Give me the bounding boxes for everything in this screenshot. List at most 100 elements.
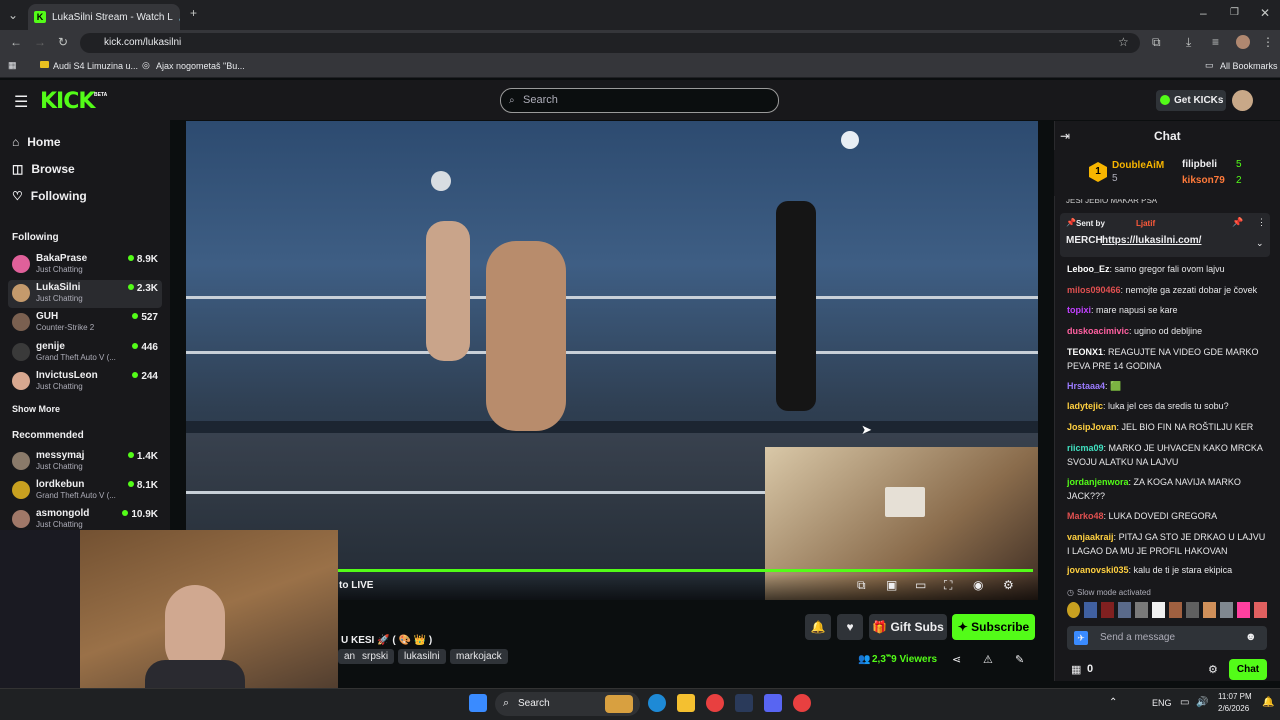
chat-username[interactable]: duskoacimivic — [1067, 326, 1129, 336]
chat-username[interactable]: riicma09 — [1067, 443, 1104, 453]
audio-icon[interactable]: 🔊 — [179, 12, 180, 23]
emote-icon[interactable] — [1220, 602, 1233, 618]
follow-heart-icon[interactable]: ♥ — [837, 614, 863, 640]
nav-following[interactable]: ♡ Following — [12, 189, 87, 203]
discord-icon[interactable] — [764, 694, 782, 712]
chevron-down-icon[interactable]: ⌄ — [1256, 238, 1264, 249]
emote-icon[interactable] — [1186, 602, 1199, 618]
chat-username[interactable]: Hrstaaa4 — [1067, 381, 1105, 391]
chat-username[interactable]: JosipJovan — [1067, 422, 1117, 432]
sidebar-channel-lukasilni[interactable]: LukaSilni Just Chatting 2.3K — [8, 280, 162, 308]
emote-icon[interactable] — [1135, 602, 1148, 618]
bookmark-ajax[interactable]: Ajax nogometaš "Bu... — [156, 61, 245, 71]
chat-username[interactable]: TEONX1 — [1067, 347, 1103, 357]
fullscreen-icon[interactable]: ⛶ — [944, 578, 952, 593]
chrome-icon[interactable] — [706, 694, 724, 712]
emote-icon[interactable] — [1203, 602, 1216, 618]
profile-avatar[interactable] — [1236, 35, 1250, 49]
menu-icon[interactable]: ⋮ — [1262, 35, 1274, 49]
download-icon[interactable]: ⤓ — [1186, 35, 1191, 49]
file-explorer-icon[interactable] — [677, 694, 695, 712]
chat-username[interactable]: jovanovski035 — [1067, 565, 1129, 575]
theater-icon[interactable]: ▭ — [915, 578, 926, 592]
minimize-icon[interactable]: – — [1200, 6, 1207, 20]
bookmark-audi[interactable]: Audi S4 Limuzina u... — [53, 61, 138, 71]
sidebar-channel-genije[interactable]: genije Grand Theft Auto V (... 446 — [8, 339, 162, 367]
sidebar-channel-lordkebun[interactable]: lordkebun Grand Theft Auto V (... 8.1K — [8, 477, 162, 505]
emoji-icon[interactable]: ☻ — [1245, 631, 1257, 643]
chat-username[interactable]: Leboo_Ez — [1067, 264, 1110, 274]
clip-create-icon[interactable]: ✎ — [1015, 653, 1024, 666]
sidebar-channel-invictusleon[interactable]: InvictusLeon Just Chatting 244 — [8, 368, 162, 396]
tag-lukasilni[interactable]: lukasilni — [398, 649, 446, 664]
report-icon[interactable]: ⚠ — [983, 653, 993, 666]
tray-chevron-icon[interactable]: ⌃ — [1109, 697, 1117, 708]
tag-srpski[interactable]: srpski — [356, 649, 395, 664]
nav-browse[interactable]: ◫ Browse — [12, 162, 75, 176]
gift-subs-button[interactable]: 🎁 Gift Subs — [869, 614, 947, 640]
video-progress-bar[interactable] — [338, 569, 1033, 572]
back-icon[interactable]: ← — [10, 35, 22, 49]
emote-icon[interactable] — [1152, 602, 1165, 618]
sidebar-channel-bakaprase[interactable]: BakaPrase Just Chatting 8.9K — [8, 251, 162, 279]
chat-settings-icon[interactable]: ⚙ — [1208, 663, 1218, 676]
chat-username[interactable]: milos090466 — [1067, 285, 1121, 295]
more-icon[interactable]: ⋮ — [1257, 217, 1266, 228]
chat-username[interactable]: jordanjenwora — [1067, 477, 1129, 487]
unpin-icon[interactable]: 📌 — [1232, 217, 1243, 228]
tag-markojack[interactable]: markojack — [450, 649, 508, 664]
get-kicks-button[interactable]: Get KICKs — [1156, 90, 1226, 111]
windows-start-icon[interactable] — [469, 694, 487, 712]
edge-icon[interactable] — [648, 694, 666, 712]
chat-username[interactable]: topixi — [1067, 305, 1091, 315]
reload-icon[interactable]: ↻ — [58, 35, 68, 49]
tab-search-icon[interactable]: ⌄ — [8, 8, 18, 22]
settings-icon[interactable]: ⚙ — [1003, 578, 1014, 592]
clip-icon[interactable]: ▣ — [886, 578, 897, 592]
sidebar-channel-guh[interactable]: GUH Counter-Strike 2 527 — [8, 309, 162, 337]
send-chat-button[interactable]: Chat — [1229, 659, 1267, 680]
show-more-link[interactable]: Show More — [12, 404, 60, 414]
user-avatar[interactable] — [1232, 90, 1253, 111]
chrome-active-icon[interactable] — [793, 694, 811, 712]
taskbar-search[interactable]: ⌕ Search — [495, 692, 640, 716]
emote-icon[interactable] — [1237, 602, 1250, 618]
leader-name[interactable]: DoubleAiM — [1112, 160, 1164, 171]
apps-icon[interactable]: ▦ — [8, 60, 17, 71]
chat-username[interactable]: Marko48 — [1067, 511, 1104, 521]
pinned-by-user[interactable]: Ljatif — [1136, 219, 1155, 228]
pinned-link[interactable]: https://lukasilni.com/ — [1102, 235, 1201, 246]
emote-icon[interactable] — [1084, 602, 1097, 618]
volume-tray-icon[interactable]: 🔊 — [1196, 697, 1208, 708]
all-bookmarks[interactable]: All Bookmarks — [1220, 61, 1278, 71]
maximize-icon[interactable]: ❐ — [1230, 6, 1239, 20]
share-icon[interactable]: ⋖ — [952, 653, 961, 666]
notification-bell-icon[interactable]: 🔔 — [805, 614, 831, 640]
leader-name[interactable]: filipbeli — [1182, 159, 1217, 170]
search-input[interactable]: ⌕ Search — [500, 88, 779, 113]
media-icon[interactable]: ≡ — [1212, 35, 1219, 49]
emote-icon[interactable] — [1254, 602, 1267, 618]
extensions-icon[interactable]: ⧉ — [1152, 35, 1161, 49]
steam-icon[interactable] — [735, 694, 753, 712]
star-icon[interactable]: ☆ — [1118, 35, 1129, 49]
clock-time[interactable]: 11:07 PM — [1218, 692, 1252, 701]
pip-icon[interactable]: ⧉ — [857, 578, 866, 593]
emote-icon[interactable] — [1169, 602, 1182, 618]
kick-logo[interactable]: KICK — [40, 89, 95, 114]
volume-icon[interactable]: ◉ — [973, 578, 983, 592]
forward-icon[interactable]: → — [34, 35, 46, 49]
emote-icon[interactable] — [1067, 602, 1080, 618]
chat-username[interactable]: vanjaakraij — [1067, 532, 1114, 542]
nav-home[interactable]: ⌂ Home — [12, 135, 61, 149]
browser-tab[interactable]: K LukaSilni Stream - Watch L 🔊 ✕ — [28, 4, 180, 30]
live-label[interactable]: to LIVE — [339, 580, 373, 591]
network-icon[interactable]: ▭ — [1180, 697, 1189, 708]
url-field[interactable]: kick.com/lukasilni — [80, 33, 1140, 53]
hamburger-icon[interactable]: ☰ — [14, 92, 28, 112]
subscribe-button[interactable]: ✦ Subscribe — [952, 614, 1035, 640]
new-tab-icon[interactable]: + — [190, 6, 197, 20]
chat-input[interactable]: ✈ Send a message ☻ — [1067, 626, 1267, 650]
language-indicator[interactable]: ENG — [1152, 698, 1172, 708]
points-icon[interactable]: ▦ — [1071, 663, 1081, 676]
